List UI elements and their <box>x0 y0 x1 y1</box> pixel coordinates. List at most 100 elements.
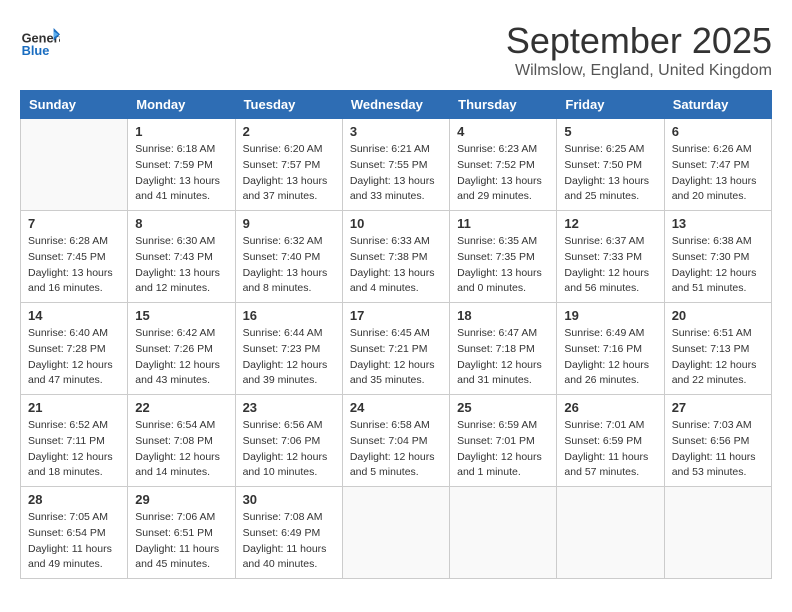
calendar-cell: 17 Sunrise: 6:45 AMSunset: 7:21 PMDayligh… <box>342 303 449 395</box>
calendar-week-row: 7 Sunrise: 6:28 AMSunset: 7:45 PMDaylight… <box>21 211 772 303</box>
day-info: Sunrise: 6:52 AMSunset: 7:11 PMDaylight:… <box>28 418 120 481</box>
calendar-cell: 16 Sunrise: 6:44 AMSunset: 7:23 PMDayligh… <box>235 303 342 395</box>
header-saturday: Saturday <box>664 91 771 119</box>
calendar-cell: 2 Sunrise: 6:20 AMSunset: 7:57 PMDaylight… <box>235 119 342 211</box>
day-number: 25 <box>457 400 549 415</box>
calendar-week-row: 14 Sunrise: 6:40 AMSunset: 7:28 PMDayligh… <box>21 303 772 395</box>
calendar-week-row: 28 Sunrise: 7:05 AMSunset: 6:54 PMDayligh… <box>21 487 772 579</box>
calendar-week-row: 1Sunrise: 6:18 AMSunset: 7:59 PMDaylight… <box>21 119 772 211</box>
day-number: 27 <box>672 400 764 415</box>
day-info: Sunrise: 6:44 AMSunset: 7:23 PMDaylight:… <box>243 326 335 389</box>
calendar-cell: 21 Sunrise: 6:52 AMSunset: 7:11 PMDayligh… <box>21 395 128 487</box>
calendar-cell: 3 Sunrise: 6:21 AMSunset: 7:55 PMDaylight… <box>342 119 449 211</box>
day-info: Sunrise: 6:58 AMSunset: 7:04 PMDaylight:… <box>350 418 442 481</box>
day-info: Sunrise: 7:01 AMSunset: 6:59 PMDaylight:… <box>564 418 656 481</box>
calendar-cell: 23 Sunrise: 6:56 AMSunset: 7:06 PMDayligh… <box>235 395 342 487</box>
calendar-cell: 13 Sunrise: 6:38 AMSunset: 7:30 PMDayligh… <box>664 211 771 303</box>
day-info: Sunrise: 7:08 AMSunset: 6:49 PMDaylight:… <box>243 510 335 573</box>
day-info: Sunrise: 6:23 AMSunset: 7:52 PMDaylight:… <box>457 142 549 205</box>
day-info: Sunrise: 6:59 AMSunset: 7:01 PMDaylight:… <box>457 418 549 481</box>
calendar-cell <box>450 487 557 579</box>
day-info: Sunrise: 7:06 AMSunset: 6:51 PMDaylight:… <box>135 510 227 573</box>
calendar-cell <box>557 487 664 579</box>
day-info: Sunrise: 6:38 AMSunset: 7:30 PMDaylight:… <box>672 234 764 297</box>
header-thursday: Thursday <box>450 91 557 119</box>
day-info: Sunrise: 6:33 AMSunset: 7:38 PMDaylight:… <box>350 234 442 297</box>
calendar-cell: 27Sunrise: 7:03 AMSunset: 6:56 PMDayligh… <box>664 395 771 487</box>
day-number: 11 <box>457 216 549 231</box>
day-info: Sunrise: 6:26 AMSunset: 7:47 PMDaylight:… <box>672 142 764 205</box>
day-number: 12 <box>564 216 656 231</box>
logo-icon: General Blue <box>20 20 60 60</box>
day-info: Sunrise: 6:56 AMSunset: 7:06 PMDaylight:… <box>243 418 335 481</box>
calendar-header-row: SundayMondayTuesdayWednesdayThursdayFrid… <box>21 91 772 119</box>
calendar-week-row: 21 Sunrise: 6:52 AMSunset: 7:11 PMDayligh… <box>21 395 772 487</box>
day-info: Sunrise: 6:35 AMSunset: 7:35 PMDaylight:… <box>457 234 549 297</box>
day-info: Sunrise: 6:18 AMSunset: 7:59 PMDaylight:… <box>135 142 227 205</box>
day-info: Sunrise: 6:30 AMSunset: 7:43 PMDaylight:… <box>135 234 227 297</box>
day-number: 22 <box>135 400 227 415</box>
day-info: Sunrise: 6:54 AMSunset: 7:08 PMDaylight:… <box>135 418 227 481</box>
calendar-cell: 7 Sunrise: 6:28 AMSunset: 7:45 PMDaylight… <box>21 211 128 303</box>
day-info: Sunrise: 7:05 AMSunset: 6:54 PMDaylight:… <box>28 510 120 573</box>
day-number: 2 <box>243 124 335 139</box>
calendar-table: SundayMondayTuesdayWednesdayThursdayFrid… <box>20 90 772 579</box>
day-number: 14 <box>28 308 120 323</box>
day-number: 18 <box>457 308 549 323</box>
calendar-cell: 11 Sunrise: 6:35 AMSunset: 7:35 PMDayligh… <box>450 211 557 303</box>
day-number: 19 <box>564 308 656 323</box>
calendar-cell <box>21 119 128 211</box>
logo: General Blue <box>20 20 66 60</box>
day-number: 7 <box>28 216 120 231</box>
calendar-cell: 20 Sunrise: 6:51 AMSunset: 7:13 PMDayligh… <box>664 303 771 395</box>
day-info: Sunrise: 6:51 AMSunset: 7:13 PMDaylight:… <box>672 326 764 389</box>
calendar-cell: 12Sunrise: 6:37 AMSunset: 7:33 PMDayligh… <box>557 211 664 303</box>
calendar-cell: 5Sunrise: 6:25 AMSunset: 7:50 PMDaylight… <box>557 119 664 211</box>
calendar-cell: 15Sunrise: 6:42 AMSunset: 7:26 PMDayligh… <box>128 303 235 395</box>
day-info: Sunrise: 6:21 AMSunset: 7:55 PMDaylight:… <box>350 142 442 205</box>
day-number: 4 <box>457 124 549 139</box>
calendar-cell: 14 Sunrise: 6:40 AMSunset: 7:28 PMDayligh… <box>21 303 128 395</box>
calendar-cell: 26 Sunrise: 7:01 AMSunset: 6:59 PMDayligh… <box>557 395 664 487</box>
location-subtitle: Wilmslow, England, United Kingdom <box>506 62 772 80</box>
calendar-cell <box>342 487 449 579</box>
month-title: September 2025 <box>506 20 772 62</box>
day-number: 16 <box>243 308 335 323</box>
day-info: Sunrise: 6:40 AMSunset: 7:28 PMDaylight:… <box>28 326 120 389</box>
day-info: Sunrise: 6:28 AMSunset: 7:45 PMDaylight:… <box>28 234 120 297</box>
header-monday: Monday <box>128 91 235 119</box>
calendar-cell: 19Sunrise: 6:49 AMSunset: 7:16 PMDayligh… <box>557 303 664 395</box>
day-number: 28 <box>28 492 120 507</box>
day-info: Sunrise: 6:42 AMSunset: 7:26 PMDaylight:… <box>135 326 227 389</box>
calendar-cell: 30 Sunrise: 7:08 AMSunset: 6:49 PMDayligh… <box>235 487 342 579</box>
day-number: 13 <box>672 216 764 231</box>
calendar-cell: 8Sunrise: 6:30 AMSunset: 7:43 PMDaylight… <box>128 211 235 303</box>
day-info: Sunrise: 6:20 AMSunset: 7:57 PMDaylight:… <box>243 142 335 205</box>
calendar-cell: 4 Sunrise: 6:23 AMSunset: 7:52 PMDaylight… <box>450 119 557 211</box>
day-info: Sunrise: 6:25 AMSunset: 7:50 PMDaylight:… <box>564 142 656 205</box>
day-number: 17 <box>350 308 442 323</box>
day-number: 6 <box>672 124 764 139</box>
calendar-cell: 10Sunrise: 6:33 AMSunset: 7:38 PMDayligh… <box>342 211 449 303</box>
calendar-cell: 18 Sunrise: 6:47 AMSunset: 7:18 PMDayligh… <box>450 303 557 395</box>
day-number: 26 <box>564 400 656 415</box>
day-number: 21 <box>28 400 120 415</box>
calendar-cell: 24 Sunrise: 6:58 AMSunset: 7:04 PMDayligh… <box>342 395 449 487</box>
day-number: 3 <box>350 124 442 139</box>
calendar-cell <box>664 487 771 579</box>
calendar-cell: 28 Sunrise: 7:05 AMSunset: 6:54 PMDayligh… <box>21 487 128 579</box>
day-number: 30 <box>243 492 335 507</box>
day-number: 23 <box>243 400 335 415</box>
day-number: 29 <box>135 492 227 507</box>
day-number: 24 <box>350 400 442 415</box>
day-number: 20 <box>672 308 764 323</box>
calendar-cell: 29 Sunrise: 7:06 AMSunset: 6:51 PMDayligh… <box>128 487 235 579</box>
calendar-cell: 1Sunrise: 6:18 AMSunset: 7:59 PMDaylight… <box>128 119 235 211</box>
day-info: Sunrise: 6:45 AMSunset: 7:21 PMDaylight:… <box>350 326 442 389</box>
day-number: 9 <box>243 216 335 231</box>
day-info: Sunrise: 6:47 AMSunset: 7:18 PMDaylight:… <box>457 326 549 389</box>
header-wednesday: Wednesday <box>342 91 449 119</box>
header-tuesday: Tuesday <box>235 91 342 119</box>
header-sunday: Sunday <box>21 91 128 119</box>
header-friday: Friday <box>557 91 664 119</box>
